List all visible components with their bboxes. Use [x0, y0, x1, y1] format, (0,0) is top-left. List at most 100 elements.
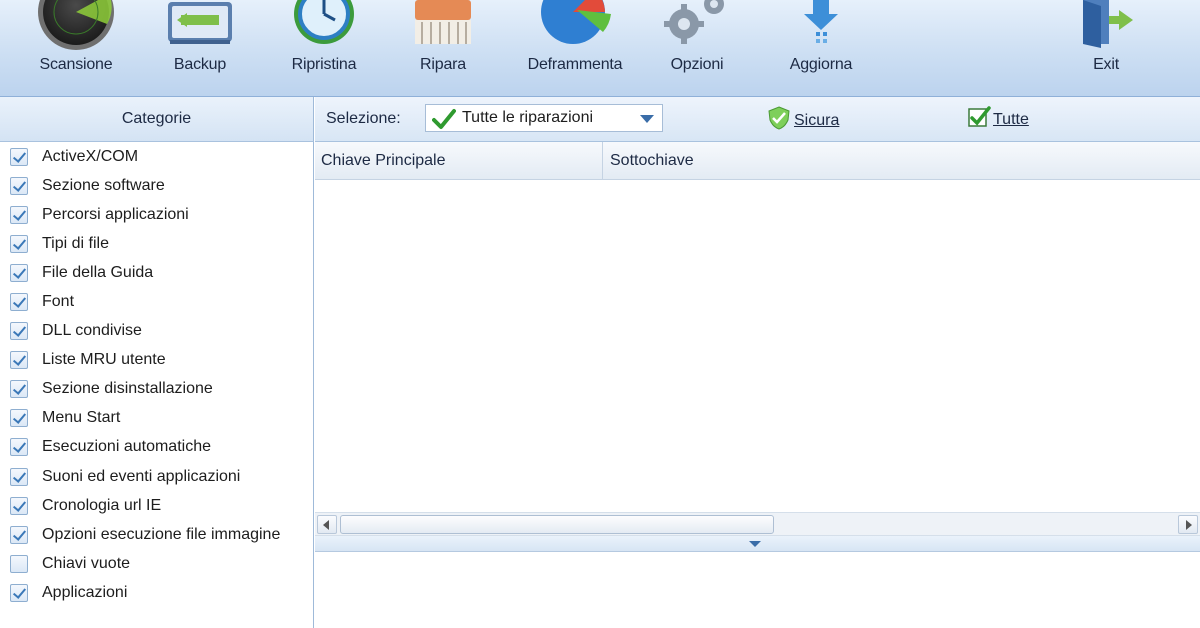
checkbox[interactable]: [10, 409, 28, 428]
category-item-software[interactable]: Sezione software: [0, 171, 313, 200]
all-label: Tutte: [993, 110, 1029, 128]
defrag-button[interactable]: Deframmenta: [515, 0, 635, 90]
category-item-shared-dll[interactable]: DLL condivise: [0, 317, 313, 346]
detail-panel: [315, 552, 1200, 628]
update-label: Aggiorna: [789, 56, 853, 73]
checkbox[interactable]: [10, 176, 28, 195]
checkbox[interactable]: [10, 147, 28, 166]
scroll-right-button[interactable]: [1178, 515, 1198, 534]
backup-label: Backup: [173, 56, 227, 73]
backup-button[interactable]: Backup: [155, 0, 245, 90]
category-label: File della Guida: [42, 263, 154, 281]
category-item-applications[interactable]: Applicazioni: [0, 578, 313, 607]
clock-icon: [279, 0, 369, 52]
options-label: Opzioni: [670, 56, 724, 73]
category-item-uninstall[interactable]: Sezione disinstallazione: [0, 375, 313, 404]
category-item-activex[interactable]: ActiveX/COM: [0, 142, 313, 171]
checkbox[interactable]: [10, 496, 28, 515]
panel-splitter[interactable]: [315, 536, 1200, 552]
safe-option[interactable]: Sicura: [767, 106, 839, 135]
checkbox-check-icon: [967, 106, 991, 133]
category-item-app-paths[interactable]: Percorsi applicazioni: [0, 200, 313, 229]
restore-label: Ripristina: [291, 56, 357, 73]
options-button[interactable]: Opzioni: [652, 0, 742, 90]
repair-label: Ripara: [420, 56, 466, 73]
checkbox[interactable]: [10, 263, 28, 282]
category-label: Menu Start: [42, 409, 121, 427]
category-label: Opzioni esecuzione file immagine: [42, 525, 281, 543]
category-label: Esecuzioni automatiche: [42, 438, 211, 456]
grid-body: [315, 180, 1200, 512]
category-item-image-exec[interactable]: Opzioni esecuzione file immagine: [0, 520, 313, 549]
backup-icon: [155, 0, 245, 52]
pie-chart-icon: [515, 0, 635, 52]
exit-door-icon: [1061, 0, 1151, 52]
grid-header: Chiave Principale Sottochiave: [315, 142, 1200, 180]
selection-label: Selezione:: [326, 110, 401, 127]
category-item-autorun[interactable]: Esecuzioni automatiche: [0, 433, 313, 462]
category-item-empty-keys[interactable]: Chiavi vuote: [0, 549, 313, 578]
checkbox[interactable]: [10, 234, 28, 253]
checkbox[interactable]: [10, 438, 28, 457]
all-option[interactable]: Tutte: [967, 106, 1029, 133]
download-icon: [776, 0, 866, 52]
update-button[interactable]: Aggiorna: [776, 0, 866, 90]
column-main-key[interactable]: Chiave Principale: [315, 142, 603, 180]
brush-icon: [398, 0, 488, 52]
categories-title: Categorie: [121, 110, 192, 127]
selection-bar: Selezione: Tutte le riparazioni Sicura T…: [315, 97, 1200, 142]
category-item-file-types[interactable]: Tipi di file: [0, 229, 313, 258]
column-subkey[interactable]: Sottochiave: [604, 142, 1200, 180]
chevron-down-icon: [640, 115, 654, 123]
checkbox[interactable]: [10, 322, 28, 341]
category-item-start-menu[interactable]: Menu Start: [0, 404, 313, 433]
category-label: Percorsi applicazioni: [42, 205, 189, 223]
column-label: Chiave Principale: [321, 152, 446, 169]
checkbox[interactable]: [10, 293, 28, 312]
category-item-font[interactable]: Font: [0, 287, 313, 316]
safe-label: Sicura: [794, 111, 840, 129]
chevron-down-icon: [749, 541, 761, 547]
category-item-help-files[interactable]: File della Guida: [0, 258, 313, 287]
category-label: Tipi di file: [42, 234, 109, 252]
checkbox[interactable]: [10, 380, 28, 399]
green-check-icon: [432, 108, 456, 135]
selection-value: Tutte le riparazioni: [462, 109, 594, 126]
shield-check-icon: [767, 106, 791, 135]
exit-button[interactable]: Exit: [1061, 0, 1151, 90]
category-label: Sezione software: [42, 176, 165, 194]
category-label: Cronologia url IE: [42, 496, 162, 514]
radar-icon: [31, 0, 121, 52]
category-label: Chiavi vuote: [42, 554, 131, 572]
exit-label: Exit: [1093, 56, 1119, 73]
categories-header: Categorie: [0, 97, 314, 142]
category-label: Applicazioni: [42, 583, 128, 601]
horizontal-scrollbar[interactable]: [315, 512, 1200, 536]
category-label: Suoni ed eventi applicazioni: [42, 467, 241, 485]
defrag-label: Deframmenta: [527, 56, 623, 73]
checkbox[interactable]: [10, 525, 28, 544]
category-label: DLL condivise: [42, 322, 142, 340]
categories-list: ActiveX/COM Sezione software Percorsi ap…: [0, 142, 314, 628]
category-label: ActiveX/COM: [42, 147, 139, 165]
selection-dropdown[interactable]: Tutte le riparazioni: [425, 104, 663, 132]
category-item-mru[interactable]: Liste MRU utente: [0, 346, 313, 375]
checkbox[interactable]: [10, 583, 28, 602]
category-label: Sezione disinstallazione: [42, 380, 213, 398]
checkbox[interactable]: [10, 554, 28, 573]
gear-icon: [652, 0, 742, 52]
checkbox[interactable]: [10, 205, 28, 224]
column-label: Sottochiave: [610, 152, 694, 169]
category-label: Liste MRU utente: [42, 351, 166, 369]
scan-button[interactable]: Scansione: [31, 0, 121, 90]
restore-button[interactable]: Ripristina: [279, 0, 369, 90]
checkbox[interactable]: [10, 351, 28, 370]
category-label: Font: [42, 293, 75, 311]
category-item-sounds[interactable]: Suoni ed eventi applicazioni: [0, 462, 313, 491]
checkbox[interactable]: [10, 467, 28, 486]
category-item-ie-history[interactable]: Cronologia url IE: [0, 491, 313, 520]
scroll-thumb[interactable]: [340, 515, 774, 534]
main-toolbar: Scansione Backup Ripristina Ripara Defra…: [0, 0, 1200, 97]
repair-button[interactable]: Ripara: [398, 0, 488, 90]
scroll-left-button[interactable]: [317, 515, 337, 534]
